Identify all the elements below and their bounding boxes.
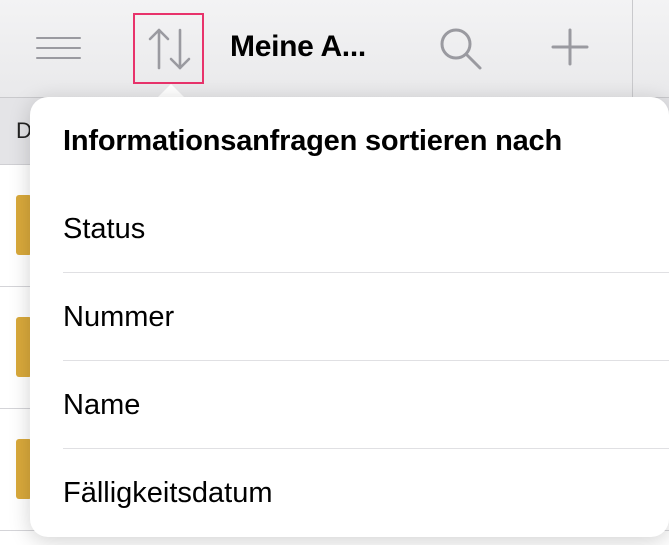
sort-option-name[interactable]: Name	[63, 361, 669, 449]
search-icon	[440, 28, 482, 70]
sort-option-due-date[interactable]: Fälligkeitsdatum	[63, 449, 669, 537]
toolbar-divider	[632, 0, 633, 97]
sort-button[interactable]	[133, 13, 204, 84]
sort-option-number[interactable]: Nummer	[63, 273, 669, 361]
sort-option-label: Status	[63, 213, 146, 245]
menu-button[interactable]	[36, 35, 81, 61]
sort-option-label: Fälligkeitsdatum	[63, 477, 273, 509]
sort-option-label: Nummer	[63, 301, 175, 333]
popover-title: Informationsanfragen sortieren nach	[63, 125, 562, 157]
toolbar: Meine A...	[0, 0, 669, 98]
add-button[interactable]	[550, 27, 590, 67]
page-title: Meine A...	[230, 30, 366, 63]
popover-arrow	[157, 84, 185, 98]
hamburger-menu-icon-line	[36, 57, 81, 59]
sort-option-label: Name	[63, 389, 141, 421]
search-button[interactable]	[438, 26, 484, 72]
hamburger-menu-icon-line	[36, 47, 81, 49]
sort-popover: Informationsanfragen sortieren nach Stat…	[30, 97, 669, 537]
sort-option-status[interactable]: Status	[63, 185, 669, 273]
plus-icon	[551, 28, 589, 66]
hamburger-menu-icon	[36, 37, 81, 39]
sort-arrows-icon	[148, 28, 191, 70]
